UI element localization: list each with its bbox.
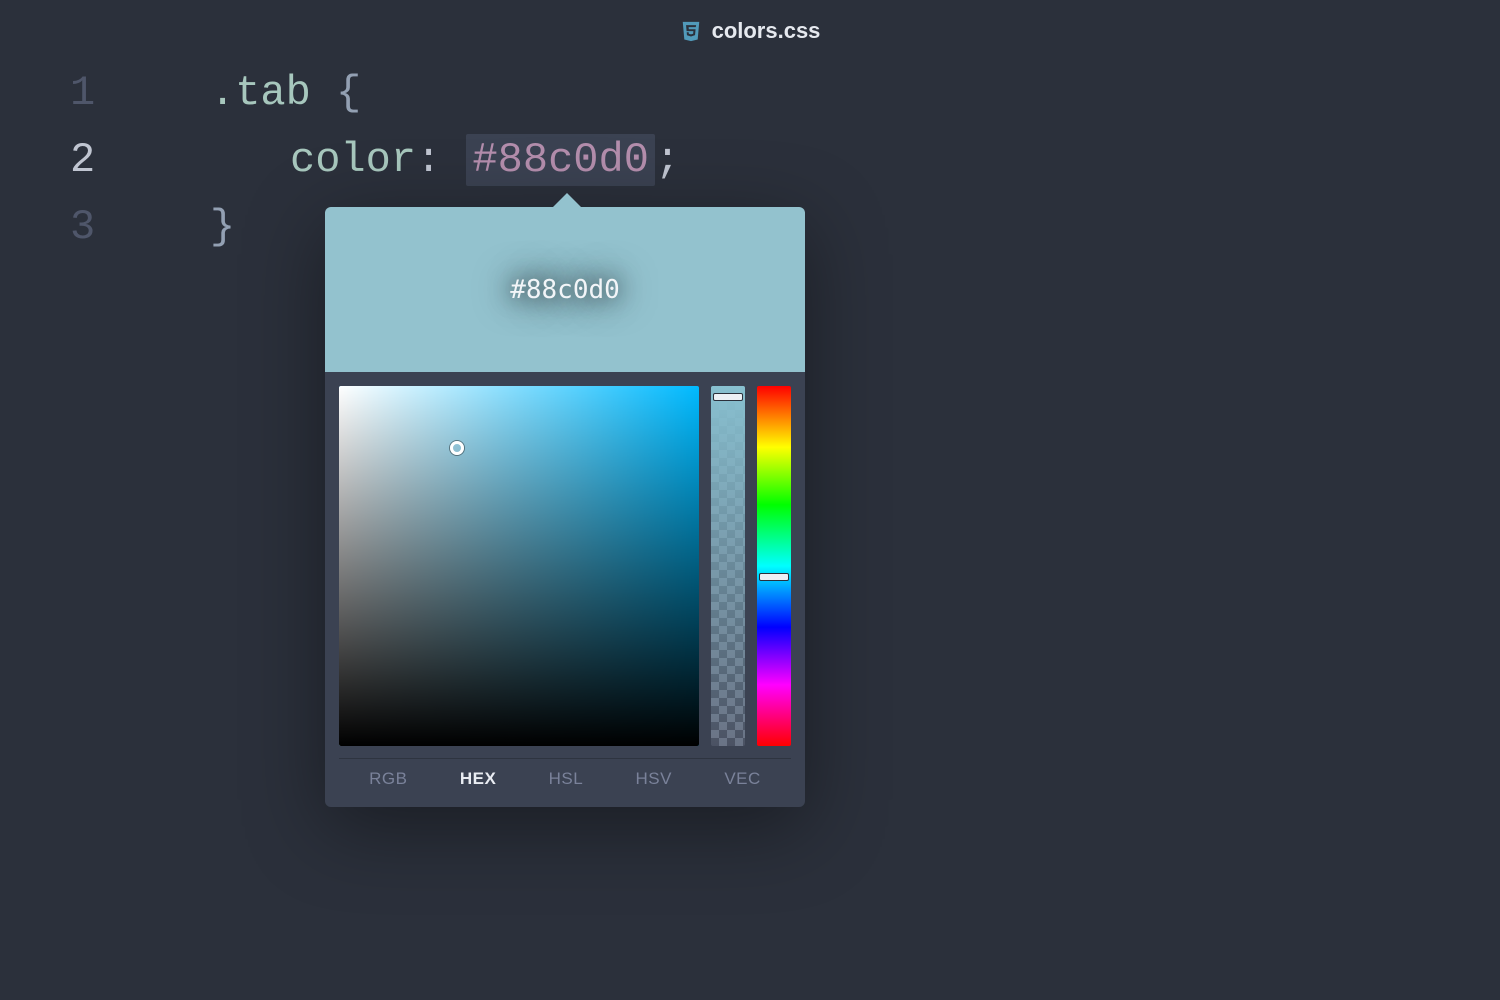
css-selector: .tab (210, 69, 311, 117)
code-line[interactable]: } (130, 194, 235, 261)
editor-tab-bar: colors.css (0, 18, 1500, 44)
color-swatch-header: #88c0d0 (325, 207, 805, 372)
line-number: 2 (70, 127, 130, 194)
format-tab-rgb[interactable]: RGB (369, 769, 407, 789)
format-tab-hsl[interactable]: HSL (549, 769, 584, 789)
color-picker-popup: #88c0d0 RGB HEX HSL HSV VEC (325, 207, 805, 807)
css-file-icon (680, 20, 702, 42)
saturation-value-field[interactable] (339, 386, 699, 746)
popup-arrow (553, 193, 581, 207)
code-line[interactable]: .tab { (130, 60, 361, 127)
line-number: 1 (70, 60, 130, 127)
alpha-slider[interactable] (711, 386, 745, 746)
css-color-value[interactable]: #88c0d0 (466, 134, 654, 186)
css-property: color (290, 136, 416, 184)
tab-filename[interactable]: colors.css (712, 18, 821, 44)
brace-close: } (210, 203, 235, 251)
format-tab-hsv[interactable]: HSV (636, 769, 672, 789)
code-line[interactable]: color: #88c0d0; (130, 127, 680, 194)
color-format-tabs: RGB HEX HSL HSV VEC (339, 758, 791, 793)
brace-open: { (336, 69, 361, 117)
color-picker-body: RGB HEX HSL HSV VEC (325, 372, 805, 807)
swatch-hex-label: #88c0d0 (510, 275, 620, 305)
hue-thumb[interactable] (759, 573, 789, 581)
sv-cursor[interactable] (450, 441, 464, 455)
alpha-thumb[interactable] (713, 393, 743, 401)
hue-slider[interactable] (757, 386, 791, 746)
format-tab-hex[interactable]: HEX (460, 769, 496, 789)
format-tab-vec[interactable]: VEC (724, 769, 760, 789)
line-number: 3 (70, 194, 130, 261)
